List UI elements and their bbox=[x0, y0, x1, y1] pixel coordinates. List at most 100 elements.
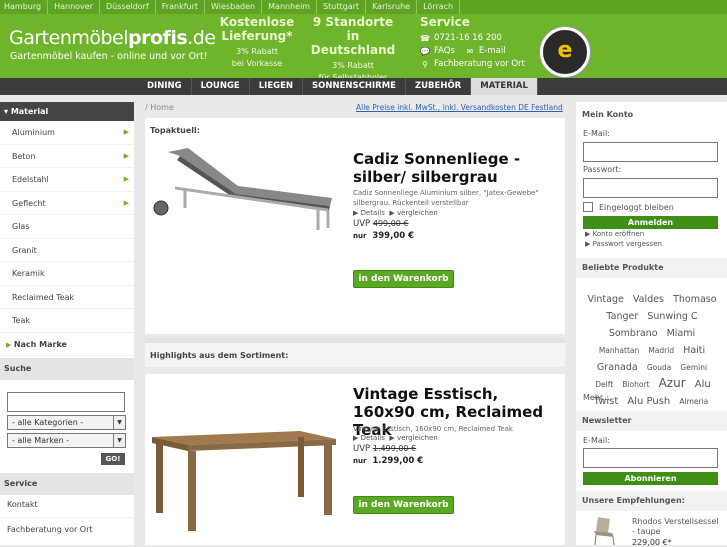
popular-tag[interactable]: Almeria bbox=[679, 397, 708, 406]
popular-tag[interactable]: Delft bbox=[595, 380, 613, 389]
recommendation-price: 229,00 €* bbox=[632, 538, 672, 547]
free-delivery-sub2: bei Vorkasse bbox=[231, 59, 283, 68]
popular-tag[interactable]: Valdes bbox=[633, 294, 664, 305]
create-account-label: Konto eröffnen bbox=[592, 230, 645, 238]
recommendation-image[interactable] bbox=[590, 515, 618, 545]
table-leg bbox=[324, 445, 332, 515]
nav-material[interactable]: MATERIAL bbox=[471, 78, 538, 95]
site-logo[interactable]: Gartenmöbelprofis.de bbox=[9, 27, 216, 49]
recommendations-heading: Unsere Empfehlungen: bbox=[576, 491, 727, 511]
city-link[interactable]: Frankfurt bbox=[156, 0, 206, 14]
locations-title: 9 Standorte in Deutschland bbox=[310, 15, 396, 57]
compare-link[interactable]: vergleichen bbox=[397, 209, 438, 217]
popular-tag[interactable]: Granada bbox=[597, 362, 638, 373]
email-link[interactable]: E-mail bbox=[479, 45, 506, 58]
material-item[interactable]: Glas bbox=[0, 215, 134, 239]
logo-text: Gartenmöbel bbox=[9, 27, 129, 49]
add-to-cart-button[interactable]: in den Warenkorb bbox=[353, 496, 454, 514]
details-link[interactable]: Details bbox=[361, 434, 385, 442]
remember-checkbox[interactable] bbox=[583, 202, 593, 212]
material-item[interactable]: Geflecht ▶ bbox=[0, 192, 134, 215]
popular-tag[interactable]: Manhattan bbox=[599, 346, 639, 355]
material-item-label: Aluminium bbox=[12, 128, 55, 137]
popular-tag[interactable]: Alu Push bbox=[627, 396, 670, 407]
popular-tag[interactable]: Vintage bbox=[587, 294, 623, 305]
nur-label: nur bbox=[353, 457, 367, 465]
chevron-right-icon: ▶ bbox=[123, 151, 129, 160]
material-item-label: Keramik bbox=[12, 269, 45, 278]
city-link[interactable]: Mannheim bbox=[262, 0, 318, 14]
city-link[interactable]: Hannover bbox=[48, 0, 100, 14]
popular-tag[interactable]: Tanger bbox=[606, 311, 638, 322]
forgot-password-link[interactable]: ▶ Passwort vergessen bbox=[585, 240, 662, 248]
popular-tag[interactable]: Sombrano bbox=[609, 328, 658, 339]
material-item[interactable]: Aluminium ▶ bbox=[0, 121, 134, 145]
city-link[interactable]: Stuttgart bbox=[317, 0, 367, 14]
password-field[interactable] bbox=[583, 178, 718, 198]
material-item[interactable]: Granit bbox=[0, 239, 134, 262]
material-item[interactable]: Reclaimed Teak bbox=[0, 286, 134, 309]
product-description: Vintage Esstisch, 160x90 cm, Reclaimed T… bbox=[353, 425, 513, 433]
city-link[interactable]: Düsseldorf bbox=[100, 0, 156, 14]
compare-link[interactable]: vergleichen bbox=[397, 434, 438, 442]
prices-note-link[interactable]: Alle Preise inkl. MwSt., inkl. Versandko… bbox=[356, 103, 563, 112]
city-link[interactable]: Karlsruhe bbox=[366, 0, 418, 14]
product-image-lounger[interactable] bbox=[150, 142, 338, 237]
search-input[interactable] bbox=[7, 392, 125, 412]
search-go-button[interactable]: GO! bbox=[101, 453, 125, 465]
add-to-cart-button[interactable]: in den Warenkorb bbox=[353, 270, 454, 288]
product-title[interactable]: Cadiz Sonnenliege - silber/ silbergrau bbox=[353, 150, 565, 186]
material-item[interactable]: Edelstahl ▶ bbox=[0, 168, 134, 192]
nach-marke-item[interactable]: ▶ Nach Marke bbox=[0, 333, 134, 356]
material-heading[interactable]: ▾ Material bbox=[0, 102, 134, 121]
tag-cloud: Vintage Valdes Thomaso Tanger Sunwing C … bbox=[583, 290, 721, 426]
popular-tag[interactable]: Thomaso bbox=[673, 294, 716, 305]
uvp-row: UVP 499,00 € bbox=[353, 219, 409, 229]
details-icon: ▶ bbox=[353, 434, 361, 442]
nav-zubehoer[interactable]: ZUBEHÖR bbox=[406, 78, 472, 95]
chevron-right-icon: ▶ bbox=[123, 128, 129, 136]
details-link[interactable]: Details bbox=[361, 209, 385, 217]
login-button[interactable]: Anmelden bbox=[583, 216, 718, 229]
product-price: 1.299,00 € bbox=[372, 456, 424, 466]
more-link[interactable]: Mehr... bbox=[583, 393, 610, 402]
nav-dining[interactable]: DINING bbox=[138, 78, 192, 95]
city-link[interactable]: Wiesbaden bbox=[205, 0, 263, 14]
popular-tag[interactable]: Gemini bbox=[680, 363, 707, 372]
price-row: nur 1.299,00 € bbox=[353, 456, 423, 466]
beratung-link[interactable]: Fachberatung vor Ort bbox=[434, 58, 525, 71]
highlights-heading-bar: Highlights aus dem Sortiment: bbox=[145, 343, 565, 367]
service-beratung-link[interactable]: Fachberatung vor Ort bbox=[7, 525, 93, 534]
trusted-shops-seal-icon[interactable]: e bbox=[540, 27, 590, 77]
phone-number[interactable]: 0721-16 16 200 bbox=[434, 32, 502, 45]
popular-tag[interactable]: Azur bbox=[659, 376, 686, 390]
material-item[interactable]: Beton ▶ bbox=[0, 145, 134, 168]
product-image-table[interactable] bbox=[150, 425, 338, 535]
subscribe-button[interactable]: Abonnieren bbox=[583, 472, 718, 485]
brand-select[interactable]: - alle Marken - ▼ bbox=[7, 433, 126, 448]
material-heading-label: Material bbox=[10, 107, 49, 116]
nav-sonnenschirme[interactable]: SONNENSCHIRME bbox=[303, 78, 406, 95]
popular-tag[interactable]: Haiti bbox=[683, 345, 705, 356]
breadcrumb[interactable]: / Home bbox=[145, 103, 174, 112]
create-account-link[interactable]: ▶ Konto eröffnen bbox=[585, 230, 644, 238]
recommendation-name[interactable]: Rhodos Verstellsessel - taupe bbox=[632, 517, 722, 537]
city-link[interactable]: Lörrach bbox=[417, 0, 461, 14]
faq-link[interactable]: FAQs bbox=[434, 45, 455, 58]
popular-tag[interactable]: Biohort bbox=[622, 380, 649, 389]
material-item[interactable]: Keramik bbox=[0, 262, 134, 286]
nav-lounge[interactable]: LOUNGE bbox=[192, 78, 250, 95]
newsletter-email-field[interactable] bbox=[583, 448, 718, 468]
popular-tag[interactable]: Miami bbox=[667, 328, 696, 339]
service-kontakt-link[interactable]: Kontakt bbox=[7, 500, 38, 509]
nav-liegen[interactable]: LIEGEN bbox=[250, 78, 304, 95]
popular-tag[interactable]: Gouda bbox=[647, 363, 672, 372]
material-item[interactable]: Teak bbox=[0, 309, 134, 333]
uvp-label: UVP bbox=[353, 219, 371, 229]
product-description: Cadiz Sonnenliege Aluminium silber, "Jat… bbox=[353, 189, 539, 207]
popular-tag[interactable]: Sunwing C bbox=[647, 311, 697, 322]
category-select[interactable]: - alle Kategorien - ▼ bbox=[7, 415, 126, 430]
popular-tag[interactable]: Madrid bbox=[648, 346, 674, 355]
email-field[interactable] bbox=[583, 142, 718, 162]
city-link[interactable]: Hamburg bbox=[0, 0, 49, 14]
